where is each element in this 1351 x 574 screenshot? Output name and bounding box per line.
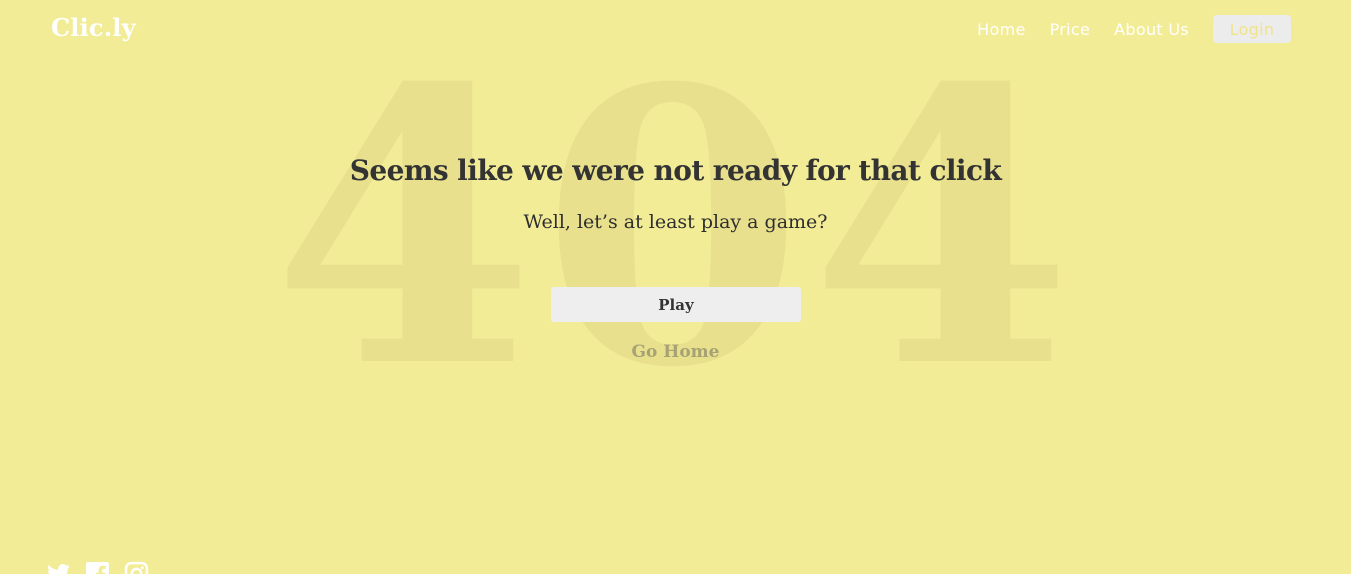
error-subline: Well, let’s at least play a game? [523, 211, 828, 233]
nav-about-link[interactable]: About Us [1114, 20, 1189, 39]
error-headline: Seems like we were not ready for that cl… [349, 154, 1002, 187]
social-links [46, 561, 149, 574]
twitter-icon[interactable] [46, 561, 71, 574]
facebook-icon[interactable] [85, 561, 110, 574]
go-home-link[interactable]: Go Home [0, 342, 1351, 362]
instagram-icon[interactable] [124, 561, 149, 574]
brand-logo[interactable]: Clic.ly [51, 13, 136, 42]
play-button[interactable]: Play [551, 287, 801, 322]
login-button[interactable]: Login [1213, 15, 1291, 43]
